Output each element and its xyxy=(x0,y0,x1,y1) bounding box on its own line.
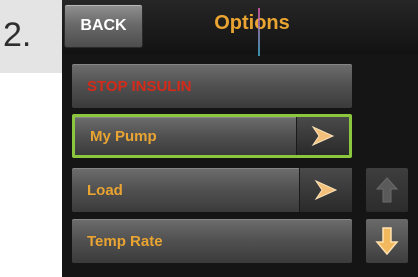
arrow-up-icon xyxy=(375,177,399,203)
scroll-up-button[interactable] xyxy=(366,168,408,212)
arrow-down-icon xyxy=(375,227,399,256)
step-indicator: 2. xyxy=(0,0,62,73)
menu-item-stop-insulin[interactable]: STOP INSULIN xyxy=(72,64,352,108)
pump-screen: BACK Options STOP INSULIN My Pump Load T… xyxy=(62,0,418,277)
menu-item-label: STOP INSULIN xyxy=(87,77,192,95)
chevron-right-icon[interactable] xyxy=(296,117,349,155)
step-number: 2. xyxy=(3,16,32,54)
back-button[interactable]: BACK xyxy=(64,4,143,48)
menu-item-label: My Pump xyxy=(90,127,157,145)
chevron-right-icon[interactable] xyxy=(299,168,352,212)
menu-item-temp-rate[interactable]: Temp Rate xyxy=(72,219,352,263)
scroll-down-button[interactable] xyxy=(366,219,408,263)
page-title: Options xyxy=(214,12,290,34)
menu-item-label: Temp Rate xyxy=(87,232,163,250)
menu-item-load[interactable]: Load xyxy=(72,168,352,212)
menu-item-label: Load xyxy=(87,181,123,199)
header-bar: BACK Options xyxy=(62,0,418,54)
touch-cursor-line xyxy=(258,8,260,56)
menu-item-my-pump[interactable]: My Pump xyxy=(72,114,352,158)
